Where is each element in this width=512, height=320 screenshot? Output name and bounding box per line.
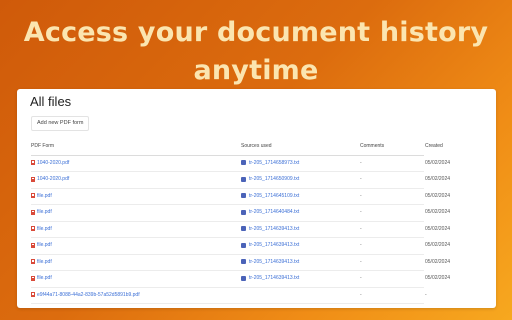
comments-cell: -: [360, 242, 362, 248]
pdf-file-link[interactable]: file.pdf: [31, 275, 52, 281]
text-file-icon: [241, 275, 246, 281]
pdf-file-link[interactable]: file.pdf: [31, 193, 52, 199]
pdf-file-icon: [31, 259, 35, 264]
panel-title: All files: [30, 94, 72, 109]
table-row: e9f44a71-8088-44a2-839b-57a52d5891b9.pdf…: [31, 288, 427, 304]
table-row: file.pdf tr-205_1714639413.txt - 05/02/2024: [31, 255, 450, 271]
pdf-file-link[interactable]: file.pdf: [31, 209, 52, 215]
source-file-name: tr-205_1714639413.txt: [249, 258, 300, 265]
pdf-file-name: file.pdf: [37, 242, 52, 248]
comments-cell: -: [360, 209, 362, 215]
table-row: file.pdf tr-205_1714639413.txt - 05/02/2024: [31, 222, 450, 238]
table-row: file.pdf tr-205_1714640484.txt - 05/02/2024: [31, 205, 450, 222]
all-files-panel: All files Add new PDF form PDF Form Sour…: [17, 89, 496, 308]
created-date-cell: 05/02/2024: [425, 209, 451, 215]
source-file-name: tr-205_1714650909.txt: [249, 176, 300, 182]
source-file-link[interactable]: tr-205_1714639413.txt: [241, 259, 299, 265]
col-header-created: Created: [425, 143, 443, 149]
source-file-name: tr-205_1714645109.txt: [249, 192, 300, 199]
col-header-sources: Sources used: [241, 143, 272, 149]
headline-line-1: Access your document history: [23, 17, 489, 48]
created-date-cell: 05/02/2024: [425, 192, 451, 199]
comments-cell: -: [360, 258, 362, 265]
comments-cell: -: [360, 159, 362, 166]
pdf-file-name: file.pdf: [37, 275, 52, 281]
pdf-file-link[interactable]: 1040-2020.pdf: [31, 160, 69, 166]
pdf-file-link[interactable]: file.pdf: [31, 259, 52, 265]
comments-cell: -: [360, 291, 362, 298]
pdf-file-icon: [31, 193, 35, 198]
source-file-link[interactable]: tr-205_1714645109.txt: [241, 193, 299, 199]
pdf-file-name: file.pdf: [37, 209, 52, 215]
col-header-comments: Comments: [360, 143, 385, 149]
pdf-file-link[interactable]: file.pdf: [31, 242, 52, 248]
pdf-file-name: file.pdf: [37, 258, 52, 265]
add-pdf-form-button[interactable]: Add new PDF form: [31, 116, 90, 131]
text-file-icon: [241, 160, 246, 165]
pdf-file-icon: [31, 160, 35, 165]
created-date-cell: 05/02/2024: [425, 242, 451, 248]
pdf-file-icon: [31, 209, 35, 215]
pdf-file-icon: [31, 226, 35, 231]
source-file-link[interactable]: tr-205_1714639413.txt: [241, 226, 299, 232]
source-file-link[interactable]: tr-205_1714639413.txt: [241, 275, 299, 281]
pdf-file-link[interactable]: file.pdf: [31, 226, 52, 232]
table-row: file.pdf tr-205_1714639413.txt - 05/02/2024: [31, 271, 450, 288]
source-file-link[interactable]: tr-205_1714640484.txt: [241, 209, 299, 215]
pdf-file-name: e9f44a71-8088-44a2-839b-57a52d5891b9.pdf: [37, 291, 140, 298]
created-date-cell: 05/02/2024: [425, 176, 451, 182]
pdf-file-name: file.pdf: [37, 225, 52, 232]
created-date-cell: 05/02/2024: [425, 159, 451, 166]
source-file-link[interactable]: tr-205_1714639413.txt: [241, 242, 299, 248]
col-header-pdf-form: PDF Form: [31, 143, 55, 149]
source-file-name: tr-205_1714658973.txt: [249, 159, 300, 166]
created-date-cell: 05/02/2024: [425, 225, 451, 232]
promo-headline: Access your document history anytime: [0, 14, 512, 90]
table-row: file.pdf tr-205_1714645109.txt - 05/02/2024: [31, 189, 450, 205]
source-file-name: tr-205_1714639413.txt: [249, 242, 300, 248]
text-file-icon: [241, 193, 246, 198]
headline-line-2: anytime: [193, 55, 319, 86]
created-date-cell: 05/02/2024: [425, 275, 451, 281]
source-file-name: tr-205_1714639413.txt: [249, 275, 300, 281]
source-file-name: tr-205_1714640484.txt: [249, 209, 300, 215]
text-file-icon: [241, 259, 246, 264]
pdf-file-icon: [31, 275, 35, 281]
created-date-cell: 05/02/2024: [425, 258, 451, 265]
source-file-name: tr-205_1714639413.txt: [249, 225, 300, 232]
table-row: file.pdf tr-205_1714639413.txt - 05/02/2024: [31, 238, 450, 255]
text-file-icon: [241, 226, 246, 231]
comments-cell: -: [360, 275, 362, 281]
text-file-icon: [241, 209, 246, 215]
pdf-file-name: 1040-2020.pdf: [37, 176, 70, 182]
comments-cell: -: [360, 192, 362, 199]
comments-cell: -: [360, 225, 362, 232]
comments-cell: -: [360, 176, 362, 182]
text-file-icon: [241, 176, 246, 182]
pdf-file-name: 1040-2020.pdf: [37, 159, 70, 166]
pdf-file-icon: [31, 176, 35, 182]
table-row: 1040-2020.pdf tr-205_1714658973.txt - 05/02…: [31, 156, 450, 172]
source-file-link[interactable]: tr-205_1714650909.txt: [241, 176, 299, 182]
pdf-file-icon: [31, 242, 35, 248]
text-file-icon: [241, 242, 246, 248]
pdf-file-link[interactable]: e9f44a71-8088-44a2-839b-57a52d5891b9.pdf: [31, 292, 140, 298]
table-header: PDF Form Sources used Comments Created: [31, 139, 443, 156]
pdf-file-name: file.pdf: [37, 192, 52, 199]
table-row: 1040-2020.pdf tr-205_1714650909.txt - 05/02…: [31, 172, 450, 189]
pdf-file-link[interactable]: 1040-2020.pdf: [31, 176, 69, 182]
source-file-link[interactable]: tr-205_1714658973.txt: [241, 160, 299, 166]
pdf-file-icon: [31, 292, 35, 297]
created-date-cell: -: [425, 291, 427, 298]
